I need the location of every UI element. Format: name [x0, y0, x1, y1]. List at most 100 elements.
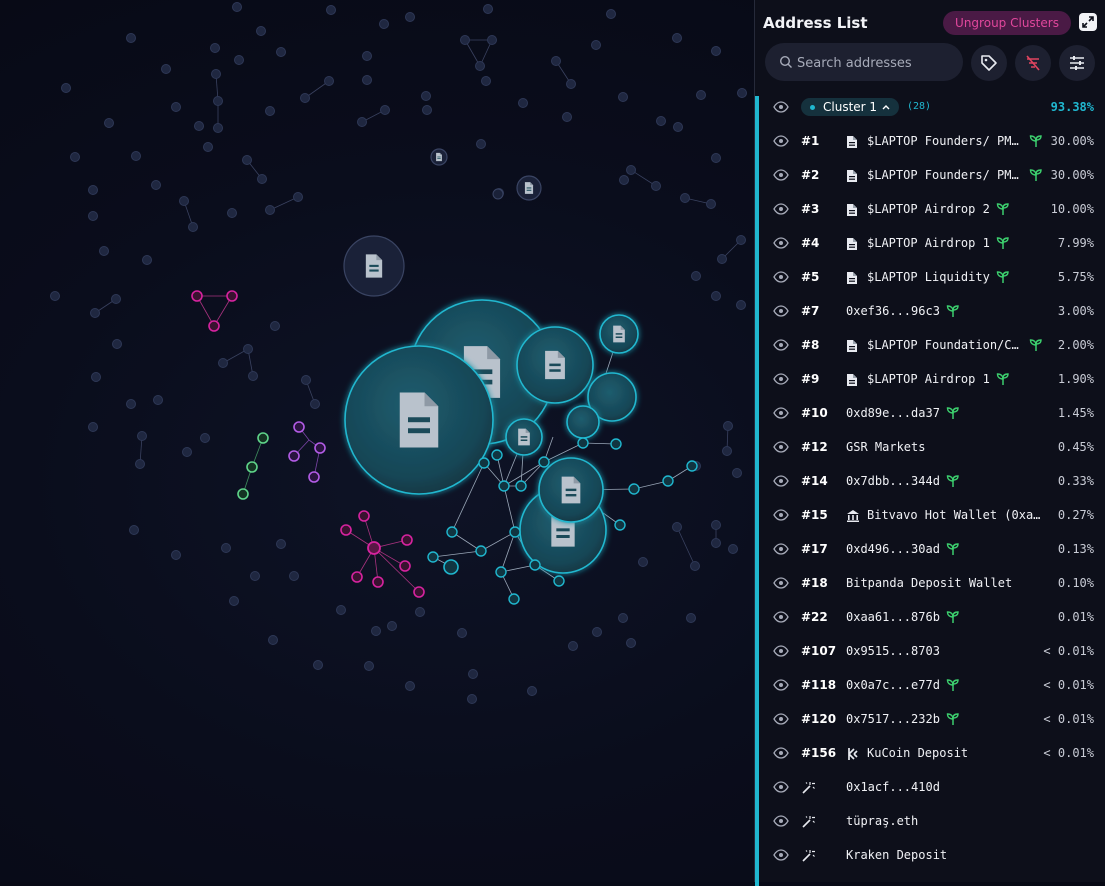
eye-icon[interactable] [773, 169, 789, 181]
wallet-node[interactable] [257, 432, 269, 444]
wallet-node[interactable] [413, 586, 425, 598]
wallet-node[interactable] [495, 566, 507, 578]
cluster-chip[interactable]: Cluster 1 [801, 98, 899, 116]
address-row[interactable]: #14 0x7dbb...344d 0.33% [755, 464, 1105, 498]
wallet-node[interactable] [50, 291, 60, 301]
wallet-node[interactable] [618, 92, 628, 102]
wallet-node[interactable] [457, 628, 467, 638]
address-name[interactable]: $LAPTOP Airdrop 1 [867, 372, 990, 386]
wallet-node[interactable] [142, 255, 152, 265]
address-name[interactable]: 0xd496...30ad [846, 542, 940, 556]
address-name[interactable]: 0xd89e...da37 [846, 406, 940, 420]
eye-icon[interactable] [773, 679, 789, 691]
eye-icon[interactable] [773, 815, 789, 827]
wallet-node[interactable] [568, 641, 578, 651]
wallet-node[interactable] [129, 525, 139, 535]
collapse-panel-button[interactable] [1079, 13, 1097, 31]
ungroup-clusters-button[interactable]: Ungroup Clusters [943, 11, 1071, 35]
wallet-node[interactable] [478, 457, 490, 469]
address-name[interactable]: Kraken Deposit [846, 848, 947, 862]
wallet-node[interactable] [711, 291, 721, 301]
wallet-node[interactable] [690, 561, 700, 571]
wallet-node[interactable] [606, 9, 616, 19]
wallet-node[interactable] [135, 459, 145, 469]
eye-icon[interactable] [773, 577, 789, 589]
wallet-node[interactable] [367, 541, 381, 555]
address-row[interactable]: #2 $LAPTOP Founders/ PM Tokens 30.00% [755, 158, 1105, 192]
wallet-node[interactable] [161, 64, 171, 74]
wallet-node[interactable] [711, 538, 721, 548]
address-row[interactable]: #1 $LAPTOP Founders/ PM Tokens 30.00% [755, 124, 1105, 158]
eye-icon[interactable] [773, 339, 789, 351]
address-name[interactable]: KuCoin Deposit [867, 746, 968, 760]
wallet-node[interactable] [422, 105, 432, 115]
wallet-node[interactable] [628, 483, 640, 495]
eye-icon[interactable] [773, 237, 789, 249]
eye-icon[interactable] [773, 543, 789, 555]
wallet-node[interactable] [248, 371, 258, 381]
address-row[interactable]: #120 0x7517...232b < 0.01% [755, 702, 1105, 736]
settings-sliders-button[interactable] [1059, 45, 1095, 81]
hide-contracts-button[interactable] [1015, 45, 1051, 81]
eye-icon[interactable] [773, 373, 789, 385]
wallet-node[interactable] [460, 35, 470, 45]
address-name[interactable]: 0x1acf...410d [846, 780, 940, 794]
wallet-node[interactable] [529, 559, 541, 571]
wallet-node[interactable] [614, 519, 626, 531]
eye-icon[interactable] [773, 713, 789, 725]
address-name[interactable]: 0x9515...8703 [846, 644, 940, 658]
tag-filter-button[interactable] [971, 45, 1007, 81]
eye-icon[interactable] [773, 509, 789, 521]
eye-icon[interactable] [773, 407, 789, 419]
wallet-node[interactable] [415, 607, 425, 617]
wallet-node[interactable] [711, 46, 721, 56]
wallet-node[interactable] [131, 151, 141, 161]
wallet-node[interactable] [399, 560, 411, 572]
address-name[interactable]: $LAPTOP Founders/ PM Tokens [867, 168, 1023, 182]
wallet-node[interactable] [191, 290, 203, 302]
eye-icon[interactable] [773, 849, 789, 861]
wallet-node[interactable] [308, 471, 320, 483]
wallet-node[interactable] [592, 627, 602, 637]
wallet-node[interactable] [723, 421, 733, 431]
wallet-node[interactable] [732, 468, 742, 478]
address-row[interactable]: #12 GSR Markets 0.45% [755, 430, 1105, 464]
wallet-node[interactable] [99, 246, 109, 256]
address-row[interactable]: #9 $LAPTOP Airdrop 1 1.90% [755, 362, 1105, 396]
wallet-node[interactable] [326, 5, 336, 15]
wallet-node[interactable] [70, 152, 80, 162]
wallet-node[interactable] [736, 300, 746, 310]
address-name[interactable]: $LAPTOP Airdrop 2 [867, 202, 990, 216]
address-row[interactable]: #3 $LAPTOP Airdrop 2 10.00% [755, 192, 1105, 226]
address-name[interactable]: 0x0a7c...e77d [846, 678, 940, 692]
wallet-node[interactable] [250, 571, 260, 581]
wallet-node[interactable] [289, 571, 299, 581]
wallet-node[interactable] [314, 442, 326, 454]
wallet-node[interactable] [651, 181, 661, 191]
address-row[interactable]: #107 0x9515...8703 < 0.01% [755, 634, 1105, 668]
wallet-node[interactable] [380, 105, 390, 115]
address-name[interactable]: GSR Markets [846, 440, 925, 454]
wallet-node[interactable] [357, 117, 367, 127]
wallet-node[interactable] [171, 550, 181, 560]
address-name[interactable]: tüpraş.eth [846, 814, 918, 828]
address-name[interactable]: Bitvavo Hot Wallet (0xaB...) [867, 508, 1045, 522]
wallet-node[interactable] [211, 69, 221, 79]
wallet-node[interactable] [553, 575, 565, 587]
wallet-node[interactable] [151, 180, 161, 190]
wallet-node[interactable] [362, 51, 372, 61]
wallet-node[interactable] [626, 165, 636, 175]
wallet-node[interactable] [234, 55, 244, 65]
wallet-node[interactable] [706, 199, 716, 209]
eye-icon[interactable] [773, 441, 789, 453]
wallet-node[interactable] [379, 19, 389, 29]
wallet-node[interactable] [232, 2, 242, 12]
wallet-node[interactable] [229, 596, 239, 606]
address-row[interactable]: #156 KuCoin Deposit < 0.01% [755, 736, 1105, 770]
wallet-node[interactable] [336, 605, 346, 615]
address-row[interactable]: #4 $LAPTOP Airdrop 1 7.99% [755, 226, 1105, 260]
address-row[interactable]: #10 0xd89e...da37 1.45% [755, 396, 1105, 430]
wallet-node[interactable] [171, 102, 181, 112]
eye-icon[interactable] [773, 747, 789, 759]
bubble-map-canvas[interactable] [0, 0, 760, 882]
